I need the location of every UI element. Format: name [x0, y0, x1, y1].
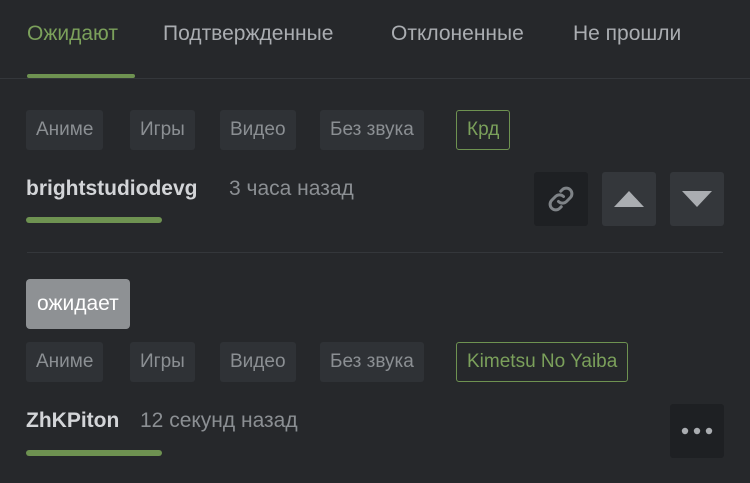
post-time: 12 секунд назад — [140, 409, 298, 432]
post-time: 3 часа назад — [229, 177, 354, 200]
upvote-button[interactable] — [602, 172, 656, 226]
tab-rejected[interactable]: Отклоненные — [391, 22, 524, 46]
downvote-button[interactable] — [670, 172, 724, 226]
tag-chip[interactable]: Видео — [220, 342, 296, 382]
link-icon — [548, 186, 574, 212]
tab-pending[interactable]: Ожидают — [27, 22, 118, 46]
tag-chip[interactable]: Игры — [130, 110, 195, 150]
author-name[interactable]: brightstudiodevg — [26, 177, 198, 201]
tag-chip[interactable]: Без звука — [320, 110, 424, 150]
tab-failed[interactable]: Не прошли — [573, 22, 681, 46]
tag-chip[interactable]: Видео — [220, 110, 296, 150]
more-button[interactable] — [670, 404, 724, 458]
tag-chip-community[interactable]: Kimetsu No Yaiba — [456, 342, 629, 382]
active-tab-indicator — [27, 74, 135, 78]
arrow-up-icon — [614, 191, 644, 207]
tab-approved[interactable]: Подтвержденные — [163, 22, 333, 46]
tag-chip[interactable]: Аниме — [26, 342, 104, 382]
moderation-tabs: Ожидают Подтвержденные Отклоненные Не пр… — [0, 0, 750, 79]
copy-link-button[interactable] — [534, 172, 588, 226]
tag-chip[interactable]: Аниме — [26, 110, 104, 150]
arrow-down-icon — [682, 191, 712, 207]
more-icon — [681, 427, 713, 435]
tag-chip-community[interactable]: Крд — [456, 110, 511, 150]
author-name[interactable]: ZhKPiton — [26, 409, 119, 433]
status-badge: ожидает — [26, 279, 130, 329]
rating-bar — [26, 217, 162, 223]
post-divider — [27, 252, 723, 253]
tag-chip[interactable]: Игры — [130, 342, 195, 382]
rating-bar — [26, 450, 162, 456]
tag-chip[interactable]: Без звука — [320, 342, 424, 382]
